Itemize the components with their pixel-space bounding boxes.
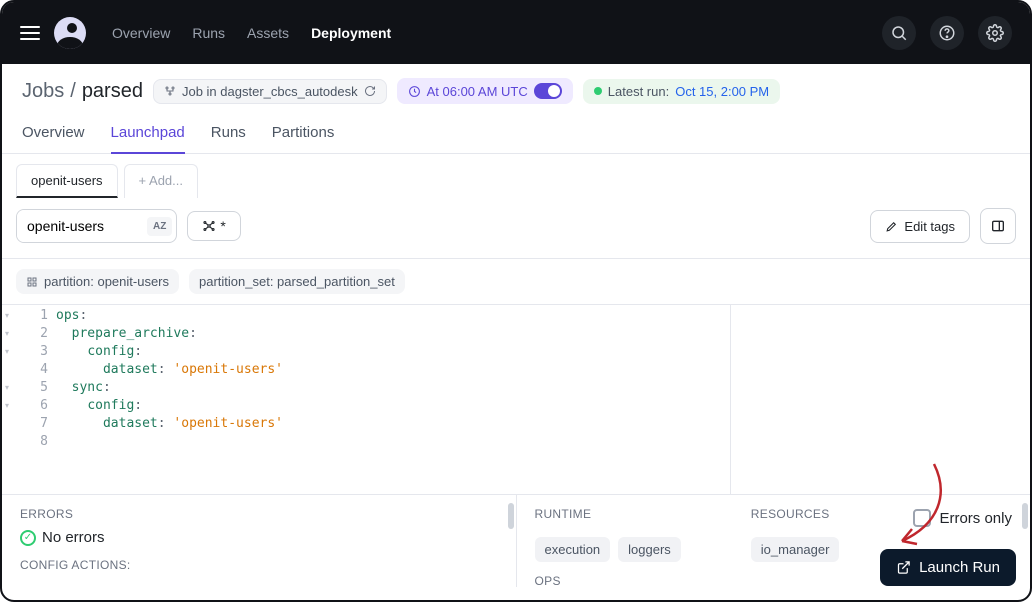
launchpad-toolbar: AZ * Edit tags (2, 198, 1030, 259)
pencil-icon (885, 220, 898, 233)
topbar: Overview Runs Assets Deployment (2, 2, 1030, 64)
external-link-icon (896, 560, 911, 575)
grid-icon (26, 276, 38, 288)
dagster-logo[interactable] (54, 17, 86, 49)
errors-only-checkbox[interactable] (913, 509, 931, 527)
no-errors-row: ✓ No errors (20, 529, 498, 546)
graph-filter-icon (202, 219, 216, 233)
job-tabs: Overview Launchpad Runs Partitions (2, 114, 1030, 154)
primary-nav: Overview Runs Assets Deployment (112, 25, 391, 41)
refresh-icon[interactable] (364, 85, 376, 97)
editor-right-panel (730, 305, 1030, 494)
session-tab-active[interactable]: openit-users (16, 164, 118, 198)
clock-icon (408, 85, 421, 98)
resources-title: RESOURCES (751, 507, 840, 521)
code-body[interactable]: ops: prepare_archive: config: dataset: '… (56, 305, 730, 494)
partition-set-tag[interactable]: partition_set: parsed_partition_set (189, 269, 405, 294)
schedule-chip[interactable]: At 06:00 AM UTC (397, 78, 573, 104)
menu-icon[interactable] (20, 26, 40, 40)
nav-assets[interactable]: Assets (247, 25, 289, 41)
repo-chip[interactable]: Job in dagster_cbcs_autodesk (153, 79, 387, 104)
latest-run-chip[interactable]: Latest run: Oct 15, 2:00 PM (583, 79, 780, 104)
sort-icon[interactable]: AZ (147, 217, 172, 236)
scrollbar[interactable] (508, 503, 514, 529)
search-icon[interactable] (882, 16, 916, 50)
help-icon[interactable] (930, 16, 964, 50)
graph-icon (164, 85, 176, 97)
edit-tags-button[interactable]: Edit tags (870, 210, 970, 243)
errors-only-toggle[interactable]: Errors only (913, 509, 1012, 527)
config-tags-row: partition: openit-users partition_set: p… (2, 259, 1030, 305)
partition-select[interactable]: AZ (16, 209, 177, 243)
session-tabs: openit-users + Add... (2, 154, 1030, 198)
runtime-badge-execution[interactable]: execution (535, 537, 611, 562)
scrollbar[interactable] (1022, 503, 1028, 529)
status-dot-icon (594, 87, 602, 95)
nav-overview[interactable]: Overview (112, 25, 170, 41)
session-tab-add[interactable]: + Add... (124, 164, 198, 198)
schedule-toggle[interactable] (534, 83, 562, 99)
config-actions-title: CONFIG ACTIONS: (20, 558, 498, 572)
breadcrumb-current: parsed (82, 80, 143, 103)
page-header: Jobs / parsed Job in dagster_cbcs_autode… (2, 64, 1030, 114)
resource-badge-io-manager[interactable]: io_manager (751, 537, 840, 562)
errors-panel: ERRORS ✓ No errors CONFIG ACTIONS: (2, 495, 517, 587)
tab-runs[interactable]: Runs (211, 114, 246, 153)
bottom-panels: ERRORS ✓ No errors CONFIG ACTIONS: RUNTI… (2, 495, 1030, 587)
partition-input[interactable] (17, 210, 147, 242)
nav-runs[interactable]: Runs (192, 25, 225, 41)
partition-tag[interactable]: partition: openit-users (16, 269, 179, 294)
fold-gutter[interactable]: ▾▾▾▾▾ (2, 305, 12, 494)
settings-icon[interactable] (978, 16, 1012, 50)
runtime-badge-loggers[interactable]: loggers (618, 537, 681, 562)
breadcrumb: Jobs / parsed (22, 80, 143, 103)
errors-title: ERRORS (20, 507, 498, 521)
runtime-title: RUNTIME (535, 507, 681, 521)
check-icon: ✓ (20, 530, 36, 546)
panel-icon (990, 218, 1006, 234)
breadcrumb-root[interactable]: Jobs (22, 80, 64, 103)
tab-partitions[interactable]: Partitions (272, 114, 335, 153)
nav-deployment[interactable]: Deployment (311, 25, 391, 41)
launch-run-button[interactable]: Launch Run (880, 549, 1016, 586)
op-filter[interactable]: * (187, 211, 240, 241)
tab-launchpad[interactable]: Launchpad (111, 114, 185, 153)
tab-overview[interactable]: Overview (22, 114, 85, 153)
line-numbers: 12345678 (12, 305, 56, 494)
config-editor[interactable]: ▾▾▾▾▾ 12345678 ops: prepare_archive: con… (2, 305, 1030, 495)
panel-toggle-button[interactable] (980, 208, 1016, 244)
